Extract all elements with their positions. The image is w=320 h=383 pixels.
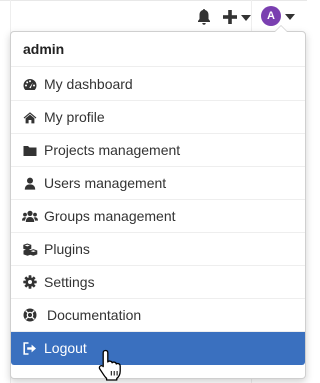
- menu-item-label: Users management: [44, 175, 167, 191]
- page-top-border: [0, 0, 307, 1]
- sign-out-icon: [23, 342, 36, 355]
- menu-item-my-profile[interactable]: My profile: [11, 101, 305, 134]
- menu-item-label: Groups management: [44, 208, 176, 224]
- menu-item-label: My profile: [44, 109, 105, 125]
- chevron-down-icon: [285, 14, 295, 20]
- home-icon: [23, 112, 37, 124]
- menu-item-users-management[interactable]: Users management: [11, 167, 305, 200]
- menu-item-label: Plugins: [44, 241, 90, 257]
- new-item-dropdown[interactable]: [223, 8, 253, 26]
- menu-item-groups-management[interactable]: Groups management: [11, 200, 305, 233]
- users-icon: [22, 210, 38, 222]
- menu-username: admin: [11, 32, 305, 67]
- menu-item-settings[interactable]: Settings: [11, 266, 305, 299]
- menu-item-documentation[interactable]: Documentation: [11, 299, 305, 332]
- menu-item-logout[interactable]: Logout: [11, 332, 305, 365]
- menu-item-label: Logout: [44, 340, 87, 356]
- avatar: A: [261, 6, 281, 26]
- menu-item-label: Settings: [44, 274, 95, 290]
- bell-icon[interactable]: [196, 8, 212, 26]
- cog-icon: [23, 275, 37, 289]
- life-ring-icon: [23, 308, 37, 322]
- folder-icon: [23, 146, 37, 156]
- plus-icon: [223, 10, 237, 24]
- cubes-icon: [23, 243, 38, 256]
- menu-item-label: Documentation: [47, 307, 142, 323]
- dashboard-icon: [23, 79, 37, 90]
- menu-item-label: Projects management: [44, 142, 181, 158]
- user-dropdown-menu: admin My dashboard My profile Projects m…: [10, 25, 306, 379]
- menu-item-label: My dashboard: [44, 76, 133, 92]
- menu-item-my-dashboard[interactable]: My dashboard: [11, 68, 305, 101]
- menu-item-plugins[interactable]: Plugins: [11, 233, 305, 266]
- menu-item-projects-management[interactable]: Projects management: [11, 134, 305, 167]
- chevron-down-icon: [241, 15, 251, 21]
- user-icon: [24, 177, 36, 190]
- hand-pointer-icon: [98, 349, 121, 381]
